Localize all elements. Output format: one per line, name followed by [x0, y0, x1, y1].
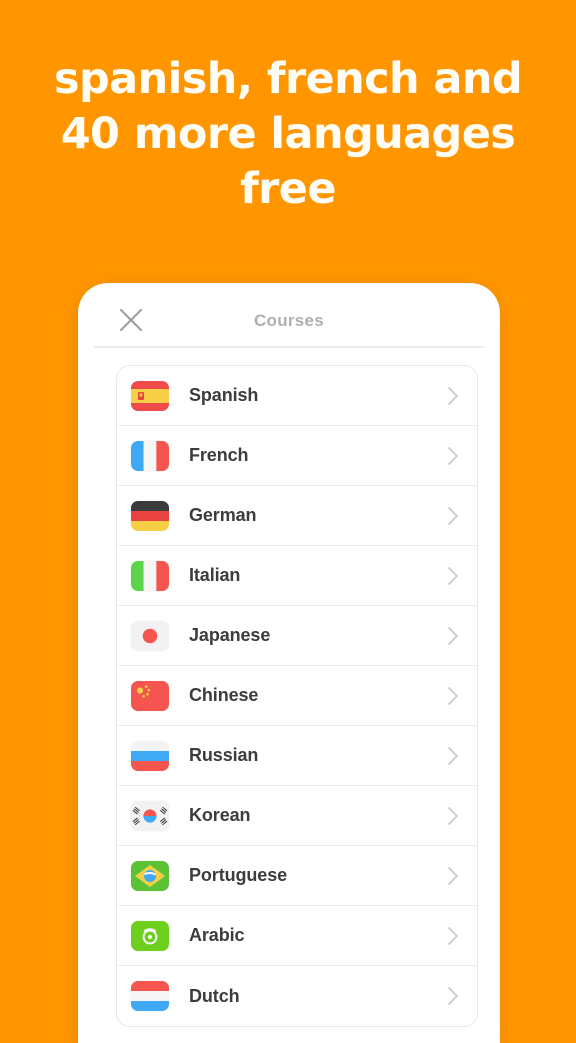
course-row[interactable]: Russian [117, 726, 477, 786]
course-row[interactable]: French [117, 426, 477, 486]
brazil-flag [131, 860, 169, 891]
chevron-right-icon[interactable] [447, 986, 459, 1006]
japan-flag [131, 620, 169, 651]
course-row[interactable]: Dutch [117, 966, 477, 1026]
course-label: Dutch [189, 985, 240, 1006]
course-label: Spanish [189, 385, 259, 405]
spain-flag [131, 380, 169, 411]
course-label: Italian [189, 565, 241, 585]
course-row[interactable]: Italian [117, 546, 477, 606]
course-row[interactable]: Chinese [117, 666, 477, 726]
course-row[interactable]: Korean [117, 786, 477, 846]
arabic-flag [131, 920, 169, 951]
course-label: Russian [189, 745, 259, 765]
chevron-right-icon[interactable] [447, 926, 459, 946]
korea-flag [131, 800, 169, 831]
course-label: Portuguese [189, 865, 288, 885]
chevron-right-icon[interactable] [447, 626, 459, 646]
phone-header: Courses [94, 283, 484, 348]
chevron-right-icon[interactable] [447, 806, 459, 826]
chevron-right-icon[interactable] [447, 446, 459, 466]
russia-flag [131, 740, 169, 771]
course-row[interactable]: German [117, 486, 477, 546]
page-title: spanish, french and 40 more languages fr… [53, 54, 523, 215]
chevron-right-icon[interactable] [447, 686, 459, 706]
chevron-right-icon[interactable] [447, 386, 459, 406]
chevron-right-icon[interactable] [447, 866, 459, 886]
courses-list: Spanish French German Italian Japanese C… [116, 365, 478, 1027]
chevron-right-icon[interactable] [447, 746, 459, 766]
france-flag [131, 440, 169, 471]
course-row[interactable]: Japanese [117, 606, 477, 666]
course-label: Chinese [189, 685, 259, 705]
header-title: Courses [253, 311, 325, 330]
course-label: Arabic [189, 925, 245, 945]
course-row[interactable]: Spanish [117, 366, 477, 426]
course-label: German [189, 505, 257, 525]
course-label: French [189, 445, 249, 465]
chevron-right-icon[interactable] [447, 506, 459, 526]
china-flag [131, 680, 169, 711]
netherlands-flag [131, 981, 169, 1011]
germany-flag [131, 500, 169, 531]
course-label: Korean [189, 805, 251, 825]
phone-mockup: Courses Spanish French German Italian Ja… [78, 283, 500, 1043]
course-row[interactable]: Portuguese [117, 846, 477, 906]
course-row[interactable]: Arabic [117, 906, 477, 966]
italy-flag [131, 560, 169, 591]
chevron-right-icon[interactable] [447, 566, 459, 586]
course-label: Japanese [189, 625, 271, 645]
